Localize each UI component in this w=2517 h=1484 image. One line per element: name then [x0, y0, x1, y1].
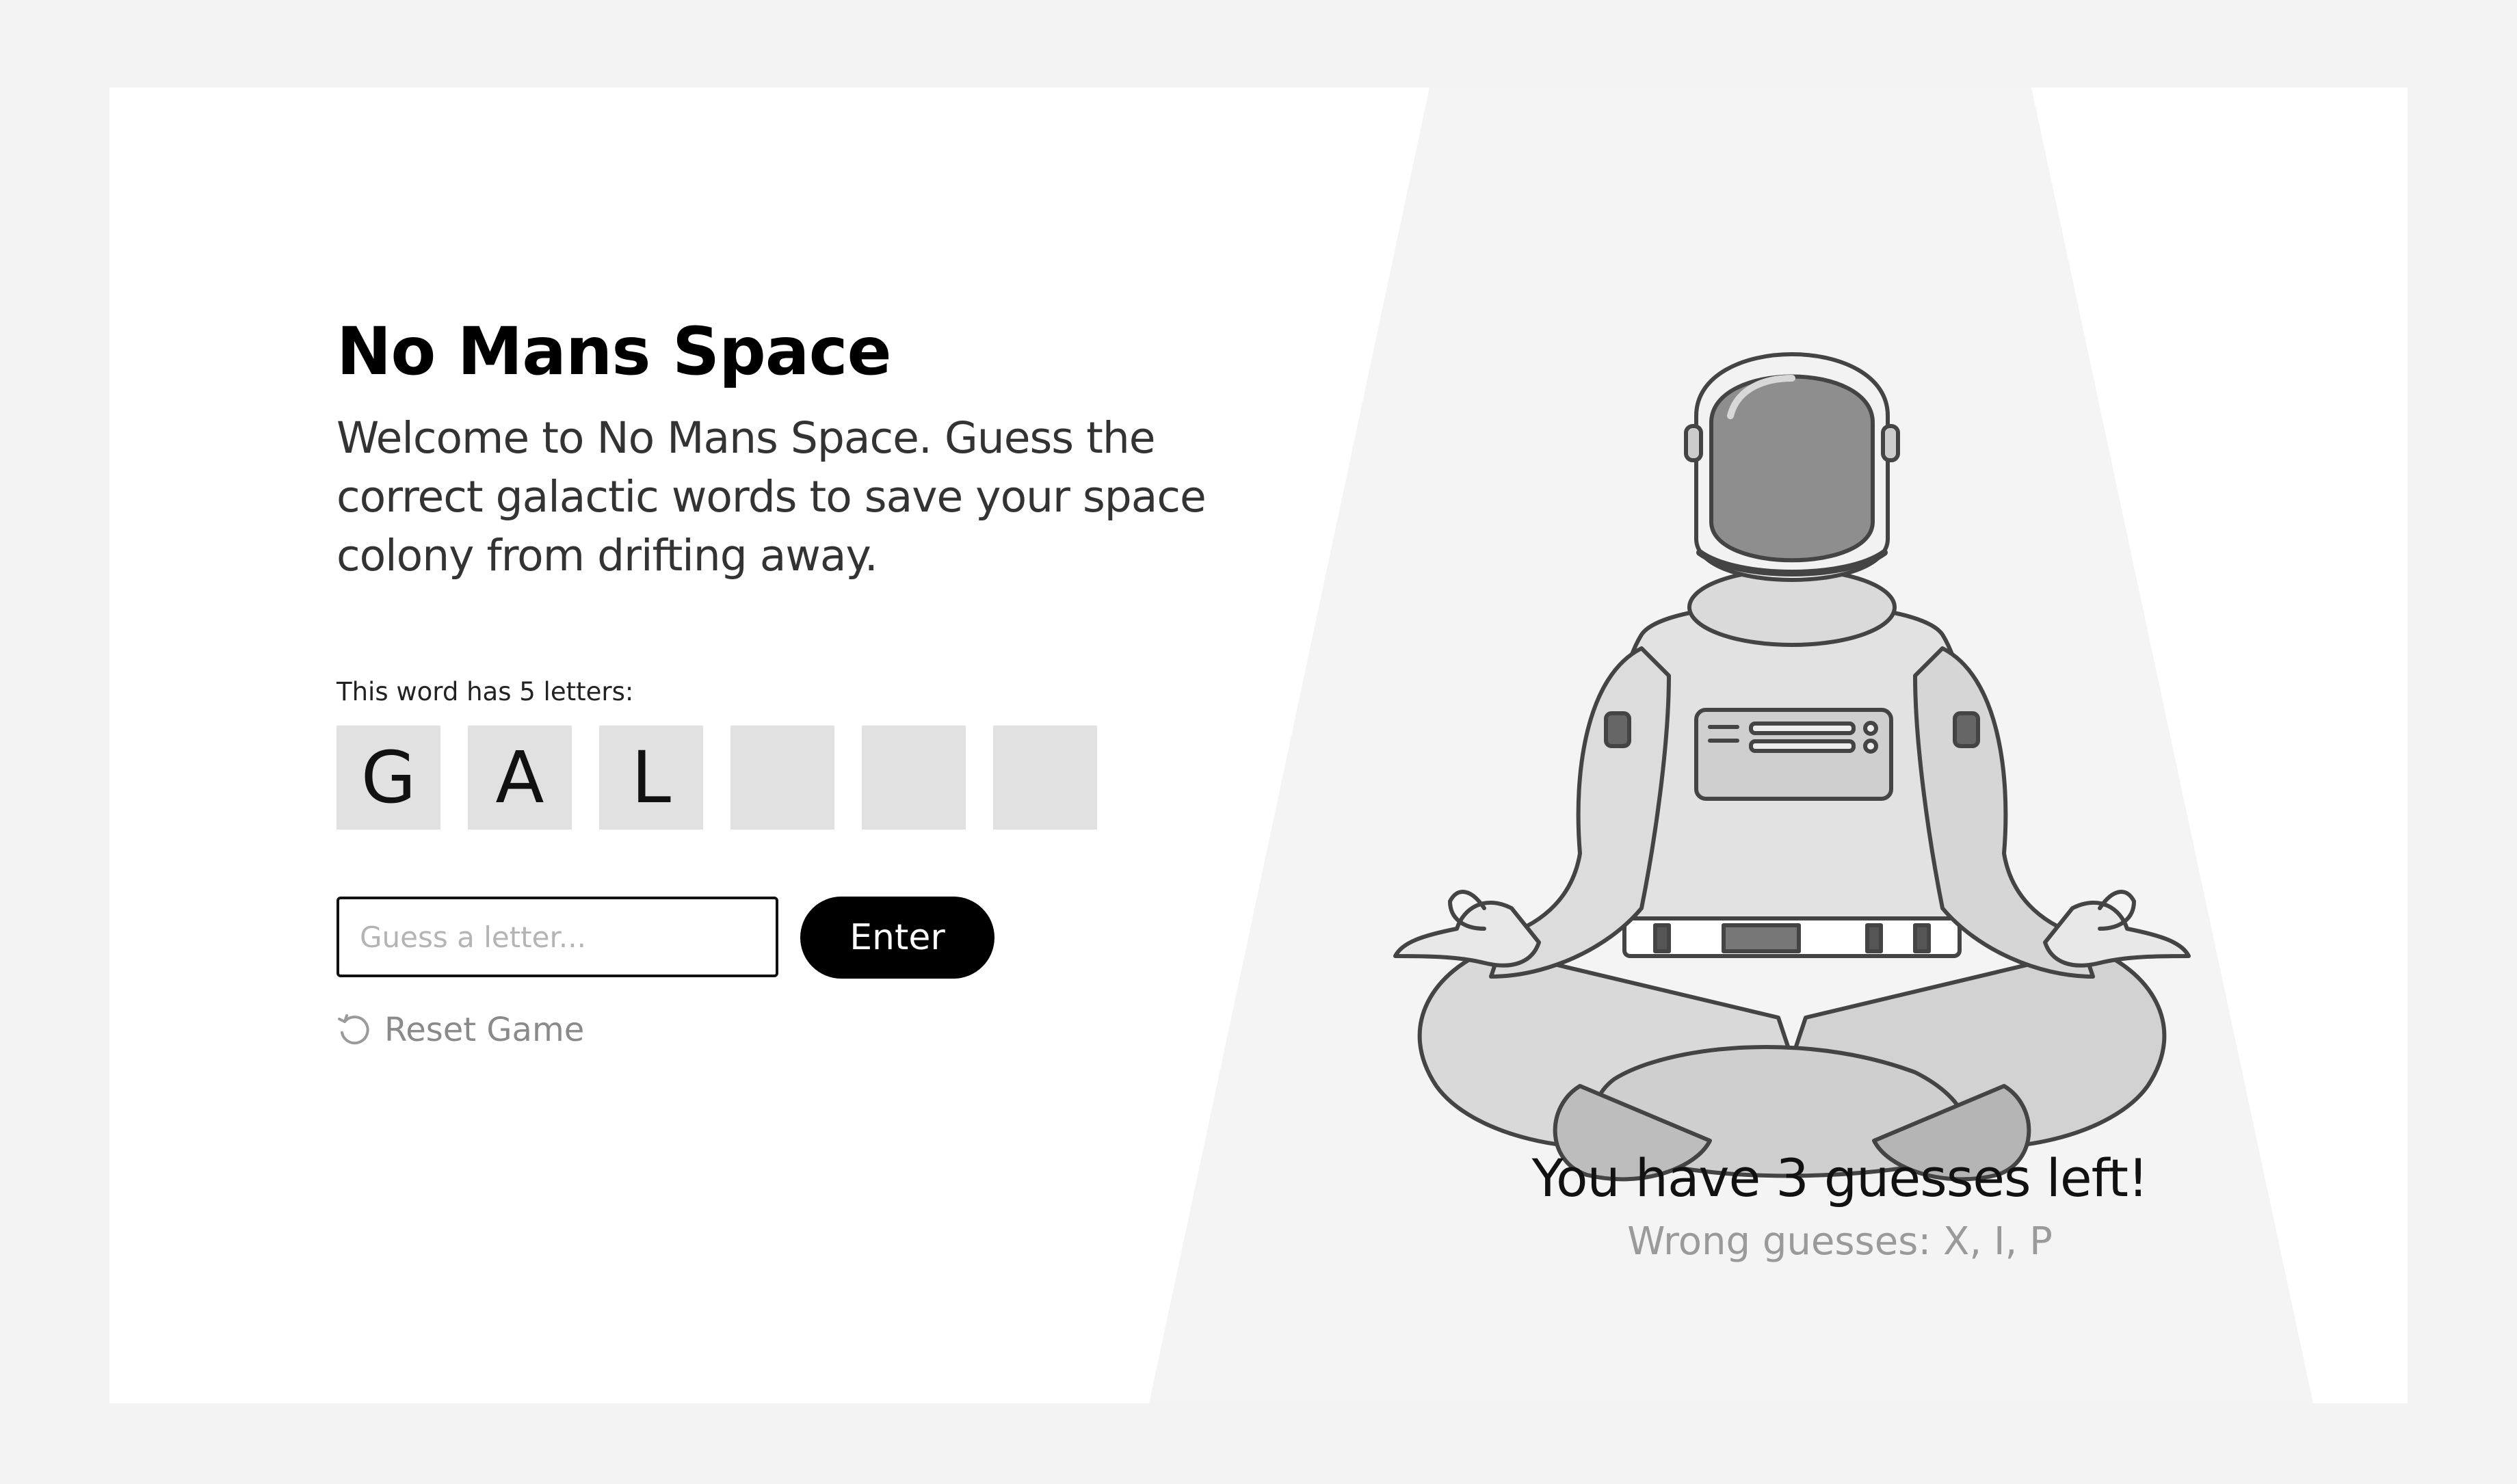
- letter-tile: L: [599, 726, 703, 830]
- letter-tile: [730, 726, 834, 830]
- letter-tile: [993, 726, 1097, 830]
- astronaut-illustration: [1393, 352, 2191, 1182]
- game-card: No Mans Space Welcome to No Mans Space. …: [109, 88, 2408, 1403]
- game-status: You have 3 guesses left! Wrong guesses: …: [1135, 1148, 2408, 1264]
- reset-game-link[interactable]: Reset Game: [337, 1011, 584, 1049]
- intro-text: Welcome to No Mans Space. Guess the corr…: [337, 413, 1207, 581]
- letter-tile: A: [468, 726, 572, 830]
- wrong-guesses-text: Wrong guesses: X, I, P: [1627, 1219, 2053, 1264]
- guesses-left-text: You have 3 guesses left!: [1531, 1148, 2149, 1208]
- page-title: No Mans Space: [337, 313, 892, 390]
- enter-button[interactable]: Enter: [800, 897, 994, 979]
- reset-game-label: Reset Game: [384, 1011, 585, 1049]
- reset-icon: [338, 1014, 369, 1045]
- letter-tile: [862, 726, 966, 830]
- word-length-hint: This word has 5 letters:: [337, 677, 634, 706]
- letter-tiles: G A L: [337, 726, 1097, 830]
- letter-tile: G: [337, 726, 440, 830]
- guess-input[interactable]: [337, 897, 778, 977]
